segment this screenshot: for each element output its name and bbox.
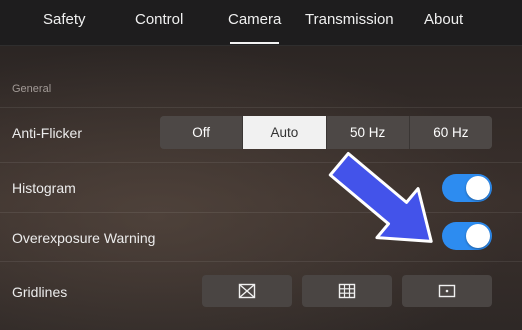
gridlines-center-point-button[interactable]: [402, 275, 492, 307]
divider: [0, 107, 522, 108]
settings-tab-bar: Safety Control Camera Transmission About: [0, 0, 522, 46]
tab-camera[interactable]: Camera: [228, 0, 281, 44]
gridlines-label: Gridlines: [12, 284, 68, 300]
nine-grid-icon: [338, 283, 356, 299]
anti-flicker-option-auto[interactable]: Auto: [243, 116, 327, 149]
gridlines-diagonal-button[interactable]: [202, 275, 292, 307]
tab-about[interactable]: About: [424, 0, 463, 44]
divider: [0, 261, 522, 262]
histogram-label: Histogram: [12, 180, 76, 196]
diagonal-grid-icon: [238, 283, 256, 299]
annotation-arrow-icon: [328, 152, 433, 243]
anti-flicker-label: Anti-Flicker: [12, 125, 83, 141]
anti-flicker-option-off[interactable]: Off: [160, 116, 244, 149]
section-label-general: General: [12, 83, 52, 95]
center-point-icon: [438, 284, 456, 298]
overexposure-warning-label: Overexposure Warning: [12, 230, 156, 246]
tab-safety[interactable]: Safety: [43, 0, 86, 44]
tab-transmission[interactable]: Transmission: [305, 0, 394, 44]
tab-control[interactable]: Control: [135, 0, 183, 44]
gridlines-nine-grid-button[interactable]: [302, 275, 392, 307]
